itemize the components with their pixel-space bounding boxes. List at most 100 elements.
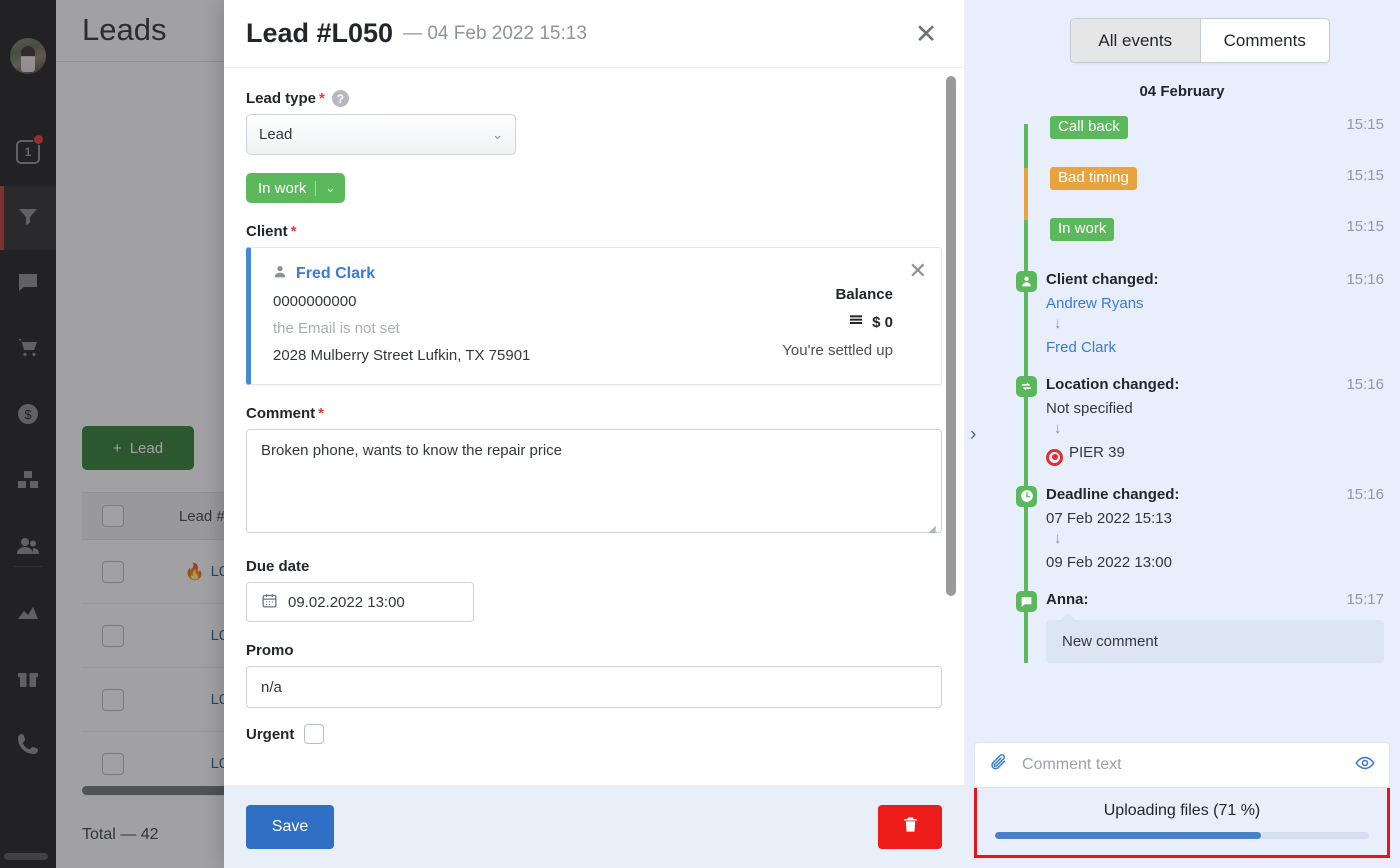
delete-button[interactable] bbox=[878, 804, 942, 849]
event-from-value: 07 Feb 2022 15:13 bbox=[1046, 509, 1172, 527]
balance-amount: $ 0 bbox=[872, 313, 893, 331]
modal-scrollbar[interactable] bbox=[946, 76, 956, 596]
person-icon bbox=[1016, 271, 1037, 292]
timeline: Call back 15:15 Bad timing 15:15 In work bbox=[1016, 116, 1384, 663]
due-date-input[interactable]: 09.02.2022 13:00 bbox=[246, 582, 474, 622]
event-to-value[interactable]: Fred Clark bbox=[1046, 339, 1384, 356]
comment-input[interactable]: Comment text bbox=[1022, 756, 1341, 774]
client-phone: 0000000000 bbox=[273, 293, 357, 310]
required-marker: * bbox=[318, 405, 325, 422]
upload-status-text: Uploading files (71 %) bbox=[1103, 802, 1261, 819]
balance-label: Balance bbox=[835, 286, 893, 303]
lead-type-label-text: Lead type bbox=[246, 90, 317, 107]
required-marker: * bbox=[319, 90, 325, 107]
event-to-value: 09 Feb 2022 13:00 bbox=[1046, 553, 1172, 571]
comment-composer: Comment text Uploading files (71 %) bbox=[964, 742, 1400, 868]
modal-body: Lead type * ? Lead ⌄ In work ⌄ Client * … bbox=[224, 68, 964, 785]
status-dropdown-button[interactable]: In work ⌄ bbox=[246, 173, 346, 203]
comment-bubble: New comment bbox=[1046, 612, 1384, 663]
trash-icon bbox=[901, 815, 920, 839]
event-time: 15:17 bbox=[1346, 590, 1384, 608]
client-name-link[interactable]: Fred Clark bbox=[273, 264, 530, 283]
due-date-label-text: Due date bbox=[246, 558, 310, 575]
modal-subtitle: — 04 Feb 2022 15:13 bbox=[403, 22, 587, 44]
comment-label-text: Comment bbox=[246, 405, 316, 422]
timeline-comment-event[interactable]: Anna: 15:17 New comment bbox=[1016, 590, 1384, 663]
arrow-down-icon: ↓ bbox=[1054, 315, 1062, 332]
client-email: the Email is not set bbox=[273, 320, 400, 337]
event-from-value[interactable]: Andrew Ryans bbox=[1046, 295, 1384, 312]
resize-grip-icon[interactable]: ◢ bbox=[928, 525, 938, 535]
event-to-row: PIER 39 bbox=[1046, 444, 1384, 466]
save-button[interactable]: Save bbox=[246, 804, 334, 849]
lead-type-value: Lead bbox=[259, 126, 293, 143]
chevron-down-icon: ⌄ bbox=[492, 126, 503, 142]
comment-input-row[interactable]: Comment text bbox=[974, 742, 1390, 788]
client-label: Client * bbox=[246, 223, 942, 240]
event-time: 15:16 bbox=[1346, 376, 1384, 393]
modal-title: Lead #L050 bbox=[246, 18, 394, 48]
comment-label: Comment * bbox=[246, 405, 942, 422]
arrow-down-icon: ↓ bbox=[1054, 529, 1062, 547]
progress-fill bbox=[995, 832, 1261, 839]
remove-client-icon[interactable]: ✕ bbox=[909, 260, 927, 282]
comment-textarea[interactable] bbox=[246, 429, 942, 533]
comment-icon bbox=[1016, 590, 1037, 612]
calendar-icon bbox=[261, 592, 278, 613]
timeline-event[interactable]: Call back 15:15 bbox=[1016, 116, 1384, 149]
promo-label-text: Promo bbox=[246, 642, 294, 659]
timeline-event[interactable]: Location changed: 15:16 Not specified ↓ … bbox=[1016, 376, 1384, 466]
promo-label: Promo bbox=[246, 642, 942, 659]
comment-field-wrap: ◢ bbox=[246, 429, 942, 538]
event-to-value: PIER 39 bbox=[1069, 444, 1125, 461]
events-tabs: All events Comments bbox=[1070, 18, 1330, 63]
event-time: 15:15 bbox=[1346, 116, 1384, 133]
comment-author: Anna: bbox=[1046, 590, 1089, 608]
tab-all-events[interactable]: All events bbox=[1071, 19, 1200, 62]
status-badge: Call back bbox=[1050, 116, 1128, 139]
arrow-down-icon: ↓ bbox=[1054, 420, 1062, 437]
lead-type-label: Lead type * ? bbox=[246, 90, 942, 107]
events-panel: › All events Comments 04 February Call b… bbox=[964, 0, 1400, 868]
urgent-label: Urgent bbox=[246, 725, 295, 743]
event-title: Client changed: bbox=[1046, 271, 1159, 288]
promo-input[interactable]: n/a bbox=[246, 666, 942, 708]
eye-icon[interactable] bbox=[1355, 753, 1375, 778]
status-badge: In work bbox=[1050, 218, 1115, 241]
due-date-value: 09.02.2022 13:00 bbox=[288, 593, 405, 611]
timeline-event[interactable]: Bad timing 15:15 bbox=[1016, 167, 1384, 200]
timeline-event[interactable]: Deadline changed: 15:16 07 Feb 2022 15:1… bbox=[1016, 485, 1384, 571]
location-pin-icon bbox=[1046, 448, 1063, 466]
clock-icon bbox=[1016, 485, 1037, 507]
settled-text: You're settled up bbox=[782, 342, 893, 359]
modal-footer: Save bbox=[224, 785, 964, 868]
timeline-event[interactable]: In work 15:15 bbox=[1016, 218, 1384, 251]
client-info: Fred Clark 0000000000 the Email is not s… bbox=[273, 264, 531, 365]
chevron-down-icon: ⌄ bbox=[325, 181, 336, 195]
status-label: In work bbox=[258, 179, 307, 197]
modal-header: Lead #L050 — 04 Feb 2022 15:13 ✕ bbox=[224, 0, 964, 68]
timeline-event[interactable]: Client changed: 15:16 Andrew Ryans ↓ Fre… bbox=[1016, 271, 1384, 356]
paperclip-icon[interactable] bbox=[989, 753, 1008, 777]
event-time: 15:15 bbox=[1346, 218, 1384, 235]
money-stack-icon bbox=[848, 312, 864, 332]
client-card: Fred Clark 0000000000 the Email is not s… bbox=[246, 247, 942, 385]
lead-detail-modal: Lead #L050 — 04 Feb 2022 15:13 ✕ Lead ty… bbox=[224, 0, 964, 868]
status-separator bbox=[315, 180, 317, 196]
close-icon[interactable]: ✕ bbox=[910, 18, 942, 50]
day-header: 04 February bbox=[1139, 83, 1225, 100]
due-date-label: Due date bbox=[246, 558, 942, 575]
event-time: 15:15 bbox=[1346, 167, 1384, 184]
urgent-checkbox[interactable] bbox=[304, 724, 325, 744]
progress-track bbox=[995, 832, 1369, 839]
urgent-field-row: Urgent bbox=[246, 724, 942, 744]
tab-comments[interactable]: Comments bbox=[1199, 19, 1329, 62]
required-marker: * bbox=[290, 223, 297, 240]
person-icon bbox=[273, 264, 287, 283]
event-title: Deadline changed: bbox=[1046, 485, 1180, 503]
help-icon[interactable]: ? bbox=[331, 90, 349, 107]
upload-progress-panel: Uploading files (71 %) bbox=[974, 788, 1390, 858]
client-address: 2028 Mulberry Street Lufkin, TX 75901 bbox=[273, 347, 531, 364]
lead-type-select[interactable]: Lead ⌄ bbox=[246, 114, 516, 155]
events-scroll-area: All events Comments 04 February Call bac… bbox=[964, 0, 1400, 742]
